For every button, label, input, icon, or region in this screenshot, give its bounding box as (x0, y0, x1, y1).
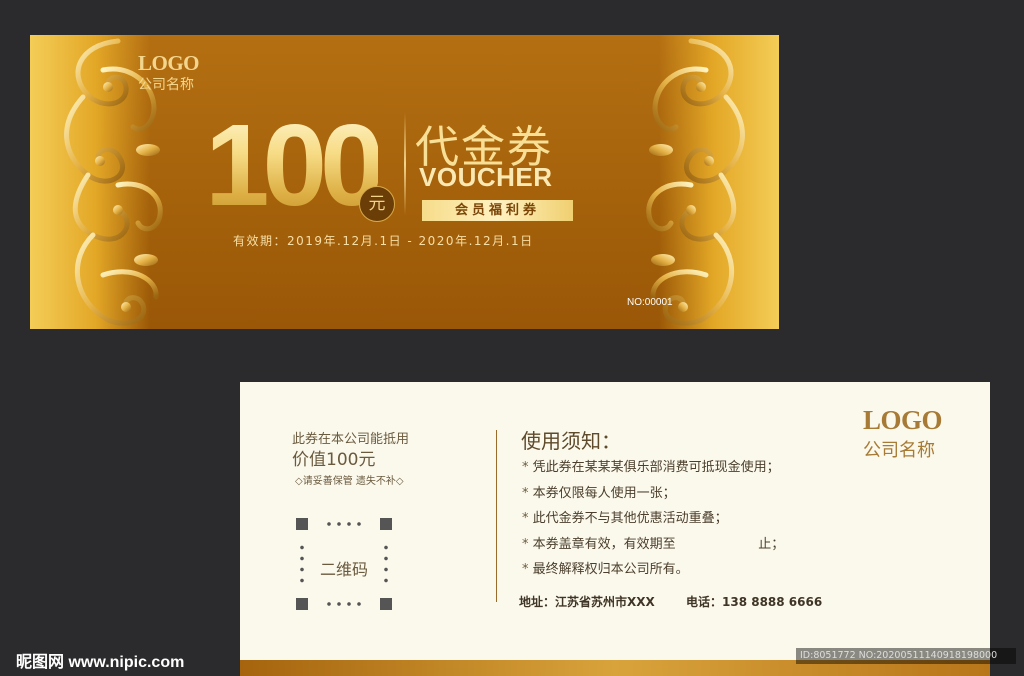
address-text: 地址：江苏省苏州市XXX (519, 595, 655, 609)
back-logo: LOGO (863, 405, 943, 435)
front-logo: LOGO (138, 51, 200, 75)
site-watermark: 昵图网 www.nipic.com (16, 654, 185, 671)
usage-notice-list: 凭此券在某某某俱乐部消费可抵现金使用； 本券仅限每人使用一张； 此代金券不与其他… (522, 455, 785, 583)
voucher-back: 此券在本公司能抵用 价值100元 ◇请妥善保管 遗失不补◇ 二维码 使用须知： … (240, 382, 990, 676)
keep-safe-note: ◇请妥善保管 遗失不补◇ (295, 476, 404, 487)
usage-notice-title: 使用须知： (521, 429, 621, 453)
qr-dots (324, 522, 364, 526)
qr-corner (296, 518, 308, 530)
qr-code-label: 二维码 (319, 560, 368, 579)
list-item: 凭此券在某某某俱乐部消费可抵现金使用； (522, 455, 784, 481)
qr-dots (300, 542, 304, 586)
id-watermark: ID:8051772 NO:20200511140918198000 (796, 648, 1016, 664)
voucher-title-en: VOUCHER (419, 162, 553, 192)
qr-corner (380, 598, 392, 610)
currency-badge: 元 (359, 186, 395, 222)
qr-corner (380, 518, 392, 530)
validity-period: 有效期：2019年.12月.1日 - 2020年.12月.1日 (233, 234, 534, 248)
list-item: 最终解释权归本公司所有。 (522, 557, 784, 583)
qr-dots (324, 602, 364, 606)
title-divider (404, 113, 406, 215)
ornament-right-icon (646, 38, 745, 326)
back-divider (496, 430, 497, 602)
phone-text: 电话：138 8888 6666 (686, 595, 823, 609)
list-item: 此代金券不与其他优惠活动重叠； (522, 506, 784, 532)
redeem-value: 价值100元 (292, 450, 376, 470)
serial-number: NO:00001 (627, 297, 673, 308)
qr-corner (296, 598, 308, 610)
back-company-name: 公司名称 (863, 440, 935, 461)
front-company-name: 公司名称 (138, 77, 194, 93)
voucher-amount: 100 (205, 100, 385, 230)
qr-code-placeholder: 二维码 (296, 518, 392, 610)
qr-dots (384, 542, 388, 586)
member-benefit-tag: 会员福利券 (422, 200, 573, 221)
list-item: 本券盖章有效，有效期至 止； (522, 532, 785, 558)
list-item: 本券仅限每人使用一张； (522, 481, 784, 507)
voucher-front: LOGO 公司名称 100 元 代金券 VOUCHER 会员福利券 有效期：20… (30, 35, 779, 329)
